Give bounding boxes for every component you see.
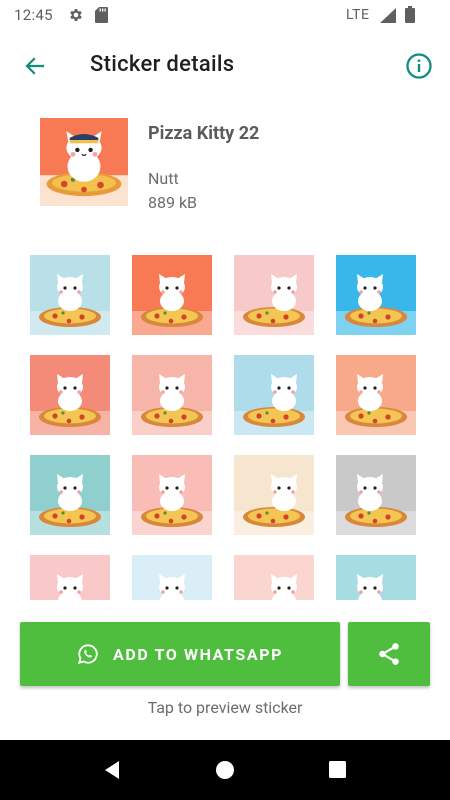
sticker-7[interactable] xyxy=(234,355,314,435)
pizza-kitty-image xyxy=(336,455,416,535)
pizza-kitty-image xyxy=(132,355,212,435)
pizza-kitty-image xyxy=(336,555,416,600)
sticker-1[interactable] xyxy=(30,255,110,335)
network-type: LTE xyxy=(346,7,370,23)
pizza-kitty-image xyxy=(30,555,110,600)
sticker-13[interactable] xyxy=(30,555,110,600)
pack-tray-image xyxy=(40,118,128,206)
sticker-12[interactable] xyxy=(336,455,416,535)
pizza-kitty-image xyxy=(30,355,110,435)
pack-header: Pizza Kitty 22 Nutt 889 kB xyxy=(40,118,440,213)
sticker-15[interactable] xyxy=(234,555,314,600)
whatsapp-icon xyxy=(77,644,98,665)
arrow-left-icon xyxy=(25,57,45,75)
sticker-11[interactable] xyxy=(234,455,314,535)
sd-card-icon xyxy=(95,7,108,23)
sticker-8[interactable] xyxy=(336,355,416,435)
pizza-kitty-image xyxy=(234,355,314,435)
back-button[interactable] xyxy=(16,50,54,82)
page-title: Sticker details xyxy=(90,52,235,77)
status-bar: 12:45 LTE xyxy=(0,0,450,30)
nav-back-icon[interactable] xyxy=(102,760,122,780)
share-button[interactable] xyxy=(348,622,430,686)
sticker-10[interactable] xyxy=(132,455,212,535)
pack-author: Nutt xyxy=(148,169,179,188)
battery-icon xyxy=(405,6,415,23)
sticker-6[interactable] xyxy=(132,355,212,435)
share-icon xyxy=(379,643,399,665)
status-time: 12:45 xyxy=(14,6,53,24)
nav-recents-icon[interactable] xyxy=(329,761,346,778)
pizza-kitty-image xyxy=(132,255,212,335)
signal-icon xyxy=(380,8,396,23)
gear-icon xyxy=(70,9,82,21)
pizza-kitty-image xyxy=(336,355,416,435)
pizza-kitty-image xyxy=(234,555,314,600)
pack-size: 889 kB xyxy=(148,193,198,212)
pizza-kitty-image xyxy=(40,118,128,206)
sticker-16[interactable] xyxy=(336,555,416,600)
info-icon xyxy=(406,53,432,79)
pizza-kitty-image xyxy=(30,455,110,535)
pizza-kitty-image xyxy=(132,455,212,535)
pizza-kitty-image xyxy=(234,455,314,535)
sticker-9[interactable] xyxy=(30,455,110,535)
sticker-2[interactable] xyxy=(132,255,212,335)
nav-home-icon[interactable] xyxy=(216,761,234,779)
sticker-14[interactable] xyxy=(132,555,212,600)
sticker-5[interactable] xyxy=(30,355,110,435)
app-bar: Sticker details xyxy=(0,30,450,100)
info-button[interactable] xyxy=(404,51,434,81)
pizza-kitty-image xyxy=(30,255,110,335)
add-button-label: ADD TO WHATSAPP xyxy=(112,644,284,664)
preview-hint: Tap to preview sticker xyxy=(147,698,303,717)
system-navigation-bar xyxy=(0,740,450,800)
pizza-kitty-image xyxy=(234,255,314,335)
pizza-kitty-image xyxy=(336,255,416,335)
sticker-3[interactable] xyxy=(234,255,314,335)
add-to-whatsapp-button[interactable]: ADD TO WHATSAPP xyxy=(20,622,340,686)
pizza-kitty-image xyxy=(132,555,212,600)
sticker-grid xyxy=(30,255,420,600)
sticker-4[interactable] xyxy=(336,255,416,335)
pack-name: Pizza Kitty 22 xyxy=(148,123,260,144)
